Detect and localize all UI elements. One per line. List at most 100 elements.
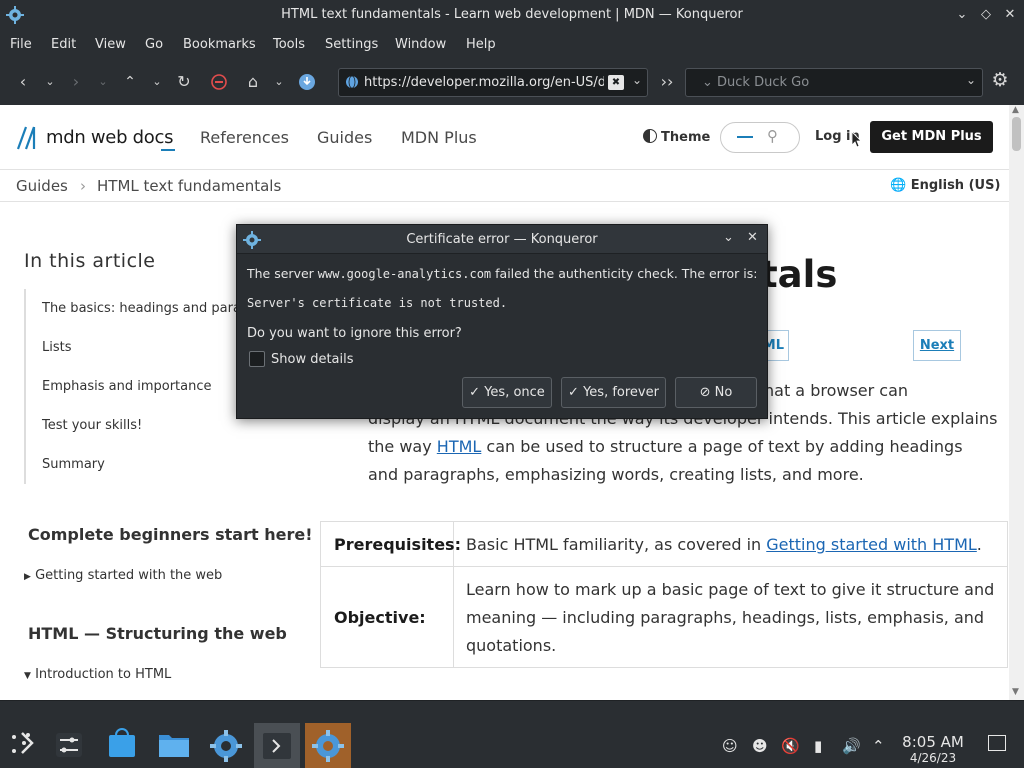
- dialog-minimize-icon[interactable]: ⌄: [723, 230, 734, 245]
- dialog-title: Certificate error — Konqueror: [406, 232, 598, 247]
- users-icon[interactable]: ☻: [752, 737, 768, 755]
- up-icon[interactable]: ⌃: [118, 70, 142, 94]
- sidebar-item-getting-started[interactable]: ▶ Getting started with the web: [24, 568, 222, 583]
- menu-help[interactable]: Help: [466, 37, 496, 52]
- volume-icon[interactable]: 🔊: [842, 737, 861, 755]
- intro-line-3: the way HTML can be used to structure a …: [368, 437, 963, 456]
- user-icon[interactable]: ☺: [722, 737, 738, 755]
- language-selector[interactable]: 🌐 English (US): [890, 178, 1000, 193]
- nav-guides[interactable]: Guides: [317, 128, 372, 147]
- go-icon[interactable]: ››: [655, 70, 679, 94]
- theme-button[interactable]: Theme: [643, 129, 710, 145]
- disclosure-right-icon: ▶: [24, 572, 31, 582]
- title-bar: HTML text fundamentals - Learn web devel…: [0, 0, 1024, 30]
- konqueror-active-task-icon[interactable]: [305, 723, 351, 768]
- dialog-close-icon[interactable]: ✕: [747, 230, 758, 245]
- url-history-dropdown-icon[interactable]: ⌄: [632, 73, 642, 87]
- dialog-message: The server www.google-analytics.com fail…: [247, 266, 758, 281]
- search-engine-dropdown-icon[interactable]: ⌄: [966, 73, 976, 87]
- home-menu-icon[interactable]: ⌄: [267, 70, 291, 94]
- breadcrumb-separator: ›: [80, 177, 86, 195]
- app-launcher-icon[interactable]: [0, 723, 46, 768]
- menu-bookmarks[interactable]: Bookmarks: [183, 37, 256, 52]
- menu-file[interactable]: File: [10, 37, 32, 52]
- minimize-icon[interactable]: ⌄: [952, 5, 972, 25]
- close-icon[interactable]: ✕: [1000, 5, 1020, 25]
- page-title: tals: [760, 253, 838, 296]
- back-icon[interactable]: ‹: [11, 70, 35, 94]
- show-details-checkbox[interactable]: [249, 351, 265, 367]
- sidebar-item-intro-html[interactable]: ▼ Introduction to HTML: [24, 667, 171, 682]
- toc-item-lists[interactable]: Lists: [42, 340, 72, 355]
- mdn-search-input[interactable]: ⚲: [720, 122, 800, 153]
- clock[interactable]: 8:05 AM 4/26/23: [900, 733, 966, 765]
- yes-forever-button[interactable]: ✓ Yes, forever: [561, 377, 666, 408]
- intro-line-4: and paragraphs, emphasizing words, creat…: [368, 465, 864, 484]
- forward-icon[interactable]: ›: [64, 70, 88, 94]
- back-history-icon[interactable]: ⌄: [38, 70, 62, 94]
- cancel-icon: ⊘: [699, 385, 711, 400]
- show-desktop-icon[interactable]: [988, 735, 1006, 751]
- menu-tools[interactable]: Tools: [273, 37, 305, 52]
- url-bar[interactable]: https://developer.mozilla.org/en-US/docs…: [338, 68, 648, 97]
- mdn-logo-icon[interactable]: [16, 125, 42, 151]
- forward-history-icon[interactable]: ⌄: [91, 70, 115, 94]
- theme-label: Theme: [661, 130, 711, 145]
- scroll-thumb[interactable]: [1012, 117, 1021, 151]
- html-link[interactable]: HTML: [437, 437, 482, 456]
- konqueror-taskbar-icon[interactable]: [203, 723, 249, 768]
- tray-expand-icon[interactable]: ⌃: [872, 737, 885, 755]
- battery-icon[interactable]: ▮: [814, 737, 822, 755]
- system-settings-icon[interactable]: [46, 723, 92, 768]
- web-search-box[interactable]: ⌄ Duck Duck Go ⌄: [685, 68, 983, 97]
- up-history-icon[interactable]: ⌄: [145, 70, 169, 94]
- discover-store-icon[interactable]: [99, 723, 145, 768]
- objective-line-3: quotations.: [466, 636, 557, 655]
- show-details-label[interactable]: Show details: [271, 352, 354, 367]
- toc-item-test-skills[interactable]: Test your skills!: [42, 418, 142, 433]
- download-icon[interactable]: [295, 70, 319, 94]
- maximize-icon[interactable]: ◇: [976, 5, 996, 25]
- clear-url-icon[interactable]: ✖: [608, 75, 624, 90]
- dialog-title-bar: Certificate error — Konqueror ⌄ ✕: [237, 225, 767, 254]
- toc-item-summary[interactable]: Summary: [42, 457, 105, 472]
- file-manager-icon[interactable]: [151, 723, 197, 768]
- sidebar-item-label: Getting started with the web: [35, 568, 223, 583]
- yes-once-button[interactable]: ✓ Yes, once: [462, 377, 552, 408]
- terminal-icon[interactable]: [254, 723, 300, 768]
- page-scrollbar[interactable]: ▲ ▼: [1009, 105, 1024, 700]
- search-icon[interactable]: ⚲: [767, 127, 778, 145]
- menu-edit[interactable]: Edit: [51, 37, 76, 52]
- settings-gear-icon[interactable]: ⚙: [988, 68, 1012, 92]
- mdn-logo-text[interactable]: mdn web docs: [46, 127, 173, 148]
- menu-settings[interactable]: Settings: [325, 37, 378, 52]
- sidebar-heading-beginners: Complete beginners start here!: [28, 525, 313, 544]
- toc-item-emphasis[interactable]: Emphasis and importance: [42, 379, 212, 394]
- reload-icon[interactable]: ↻: [172, 70, 196, 94]
- nav-mdn-plus[interactable]: MDN Plus: [401, 128, 477, 147]
- toc-rail: [24, 289, 26, 484]
- theme-contrast-icon: [643, 129, 657, 143]
- clock-time: 8:05 AM: [902, 733, 964, 751]
- breadcrumb-guides[interactable]: Guides: [16, 177, 68, 195]
- menu-go[interactable]: Go: [145, 37, 163, 52]
- stop-icon[interactable]: [207, 70, 231, 94]
- mouse-pointer-icon: [851, 131, 862, 148]
- home-icon[interactable]: ⌂: [241, 70, 265, 94]
- menu-window[interactable]: Window: [395, 37, 446, 52]
- get-mdn-plus-button[interactable]: Get MDN Plus: [870, 121, 993, 153]
- check-icon: ✓: [469, 385, 481, 400]
- url-text[interactable]: https://developer.mozilla.org/en-US/docs…: [364, 75, 604, 90]
- nav-references[interactable]: References: [200, 128, 289, 147]
- scroll-up-icon[interactable]: ▲: [1012, 105, 1019, 115]
- clock-date: 4/26/23: [909, 751, 957, 765]
- scroll-down-icon[interactable]: ▼: [1012, 687, 1019, 697]
- no-button[interactable]: ⊘ No: [675, 377, 757, 408]
- next-button[interactable]: Next: [913, 330, 961, 361]
- breadcrumb-current[interactable]: HTML text fundamentals: [97, 177, 281, 195]
- volume-muted-icon[interactable]: 🔇: [781, 737, 800, 755]
- getting-started-link[interactable]: Getting started with HTML: [766, 535, 977, 554]
- in-this-article-heading: In this article: [24, 250, 156, 272]
- objective-line-2: meaning — including paragraphs, headings…: [466, 608, 985, 627]
- menu-view[interactable]: View: [95, 37, 126, 52]
